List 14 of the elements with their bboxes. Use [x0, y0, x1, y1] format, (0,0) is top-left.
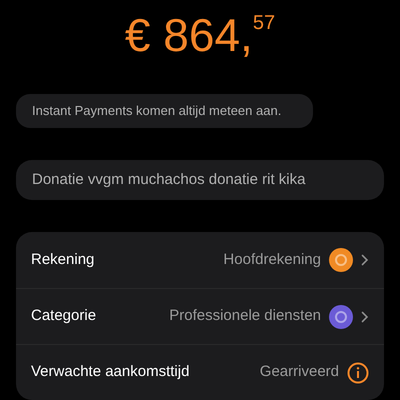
detail-value: Professionele diensten: [169, 306, 321, 326]
chevron-right-icon: [361, 254, 369, 266]
notice-text: Instant Payments komen altijd meteen aan.: [32, 102, 282, 120]
detail-value: Hoofdrekening: [223, 250, 321, 270]
detail-label: Rekening: [31, 250, 96, 270]
detail-label: Categorie: [31, 306, 98, 326]
description-field[interactable]: Donatie vvgm muchachos donatie rit kika: [16, 160, 384, 200]
info-icon[interactable]: [347, 362, 369, 384]
detail-label: Verwachte aankomsttijd: [31, 362, 190, 382]
detail-row[interactable]: Categorie Professionele diensten: [16, 288, 384, 344]
detail-row[interactable]: Rekening Hoofdrekening: [16, 232, 384, 288]
detail-row[interactable]: Verwachte aankomsttijd Gearriveerd: [16, 344, 384, 400]
chevron-right-icon: [361, 310, 369, 322]
detail-value: Gearriveerd: [260, 362, 339, 382]
